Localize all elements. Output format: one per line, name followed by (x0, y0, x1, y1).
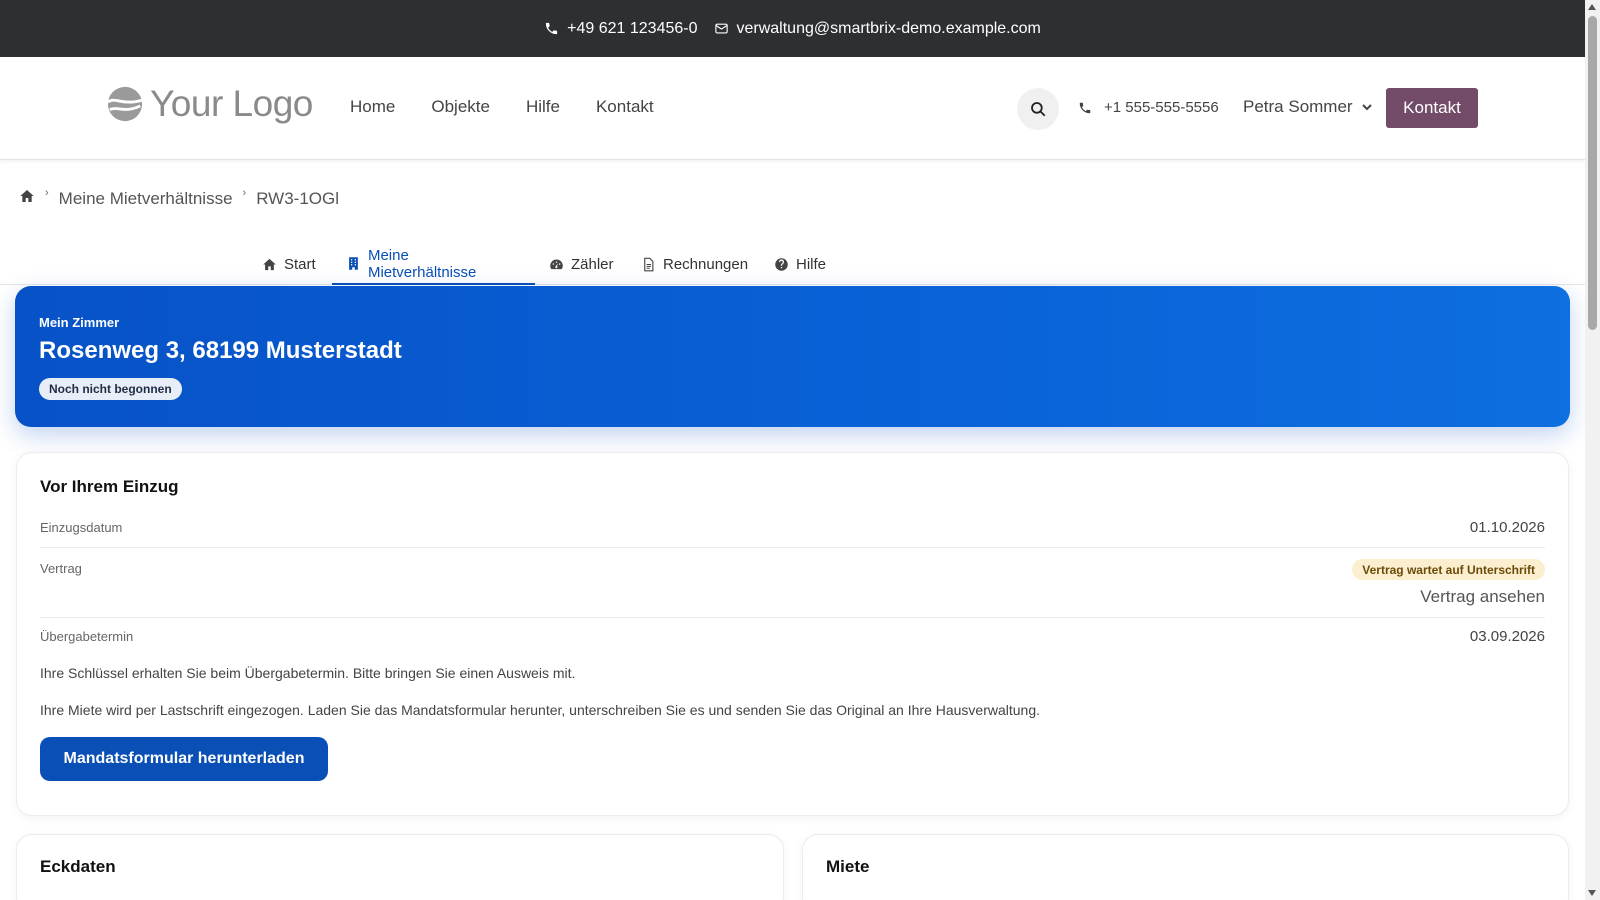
user-name: Petra Sommer (1243, 97, 1353, 116)
rent-title: Miete (826, 857, 870, 876)
key-data-title: Eckdaten (40, 857, 116, 876)
key-data-card: Eckdaten (16, 834, 784, 900)
tab-label: Hilfe (796, 256, 827, 273)
download-mandate-button[interactable]: Mandatsformular herunterladen (40, 737, 328, 781)
question-icon (775, 258, 788, 271)
view-contract-link[interactable]: Vertrag ansehen (1420, 587, 1545, 607)
tab-hilfe[interactable]: Hilfe (760, 244, 840, 285)
logo-text: Your Logo (150, 83, 313, 124)
logo-mark-icon (107, 86, 143, 122)
breadcrumb-separator-icon: › (45, 186, 49, 199)
card-title: Vor Ihrem Einzug (40, 477, 179, 496)
tab-label: Meine Mietverhältnisse (367, 246, 477, 281)
user-menu[interactable]: Petra Sommer (1243, 97, 1373, 117)
search-button[interactable] (1017, 88, 1059, 130)
tab-meine-mietverhaeltnisse[interactable]: Meine Mietverhältnisse (332, 244, 535, 285)
move-in-date-value: 01.10.2026 (1469, 519, 1545, 536)
gauge-icon (550, 259, 563, 270)
tab-bar: Start Meine Mietverhältnisse Zähler Rech… (0, 244, 1585, 285)
mail-icon (714, 23, 728, 34)
page-scrollbar[interactable] (1585, 0, 1600, 900)
top-contact-bar: +49 621 123456-0 verwaltung@smartbrix-de… (0, 0, 1585, 57)
header-phone-text: +1 555-555-5556 (1104, 99, 1219, 116)
breadcrumb: › Meine Mietverhältnisse › RW3-1OGl (19, 186, 340, 209)
breadcrumb-item-current: RW3-1OGl (256, 188, 340, 208)
kontakt-button[interactable]: Kontakt (1386, 88, 1478, 128)
breadcrumb-home[interactable] (19, 188, 35, 209)
nav-kontakt[interactable]: Kontakt (596, 97, 654, 117)
home-icon (20, 190, 34, 202)
document-icon (644, 257, 654, 272)
tab-label: Rechnungen (663, 256, 749, 273)
scroll-up-icon[interactable] (1588, 4, 1596, 10)
nav-hilfe[interactable]: Hilfe (526, 97, 560, 117)
tenancy-hero: Mein Zimmer Rosenweg 3, 68199 Musterstad… (15, 286, 1570, 427)
phone-icon (546, 22, 558, 35)
scrollbar-thumb[interactable] (1588, 16, 1597, 330)
tab-label: Start (284, 256, 316, 273)
logo[interactable]: Your Logo (106, 83, 313, 125)
key-note: Ihre Schlüssel erhalten Sie beim Übergab… (40, 665, 576, 681)
home-icon (263, 258, 276, 271)
breadcrumb-separator-icon: › (242, 186, 247, 199)
hero-kicker: Mein Zimmer (39, 315, 120, 330)
hero-address: Rosenweg 3, 68199 Musterstadt (39, 337, 402, 364)
move-in-card: Vor Ihrem Einzug Einzugsdatum 01.10.2026… (16, 452, 1569, 816)
tab-rechnungen[interactable]: Rechnungen (627, 244, 762, 285)
main-nav: Home Objekte Hilfe Kontakt (350, 97, 654, 117)
header-phone[interactable]: +1 555-555-5556 (1078, 99, 1219, 116)
building-icon (349, 257, 358, 270)
breadcrumb-item-tenancies[interactable]: Meine Mietverhältnisse (59, 189, 233, 209)
chevron-down-icon (1361, 104, 1372, 111)
topbar-phone-text: +49 621 123456-0 (567, 19, 698, 37)
tab-start[interactable]: Start (248, 244, 330, 285)
contract-status-badge: Vertrag wartet auf Unterschrift (1352, 559, 1545, 580)
nav-home[interactable]: Home (350, 97, 395, 117)
tab-zaehler[interactable]: Zähler (535, 244, 628, 285)
divider (40, 617, 1545, 618)
scroll-down-icon[interactable] (1588, 890, 1596, 896)
topbar-email[interactable]: verwaltung@smartbrix-demo.example.com (714, 20, 1041, 38)
site-header: Your Logo Home Objekte Hilfe Kontakt +1 … (0, 57, 1585, 160)
tab-label: Zähler (571, 256, 614, 273)
status-badge: Noch nicht begonnen (39, 378, 182, 400)
contract-label: Vertrag (40, 561, 82, 576)
topbar-email-text: verwaltung@smartbrix-demo.example.com (736, 19, 1041, 37)
search-icon (1031, 102, 1046, 117)
divider (40, 547, 1545, 548)
handover-label: Übergabetermin (40, 629, 134, 644)
rent-note: Ihre Miete wird per Lastschrift eingezog… (40, 702, 1041, 718)
phone-icon (1079, 102, 1091, 113)
rent-card: Miete (802, 834, 1569, 900)
nav-objekte[interactable]: Objekte (431, 97, 490, 117)
handover-value: 03.09.2026 (1469, 628, 1545, 645)
topbar-phone[interactable]: +49 621 123456-0 (544, 19, 698, 38)
move-in-date-label: Einzugsdatum (40, 520, 123, 535)
